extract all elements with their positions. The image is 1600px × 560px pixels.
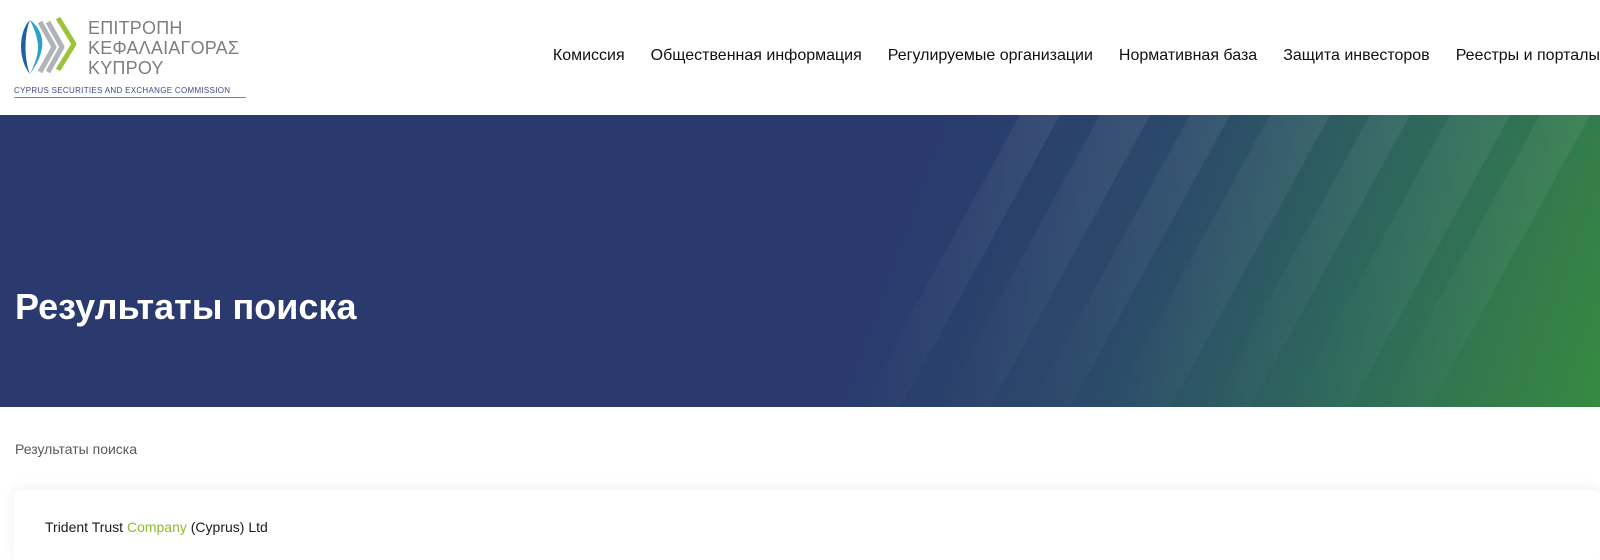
- logo-line-3: ΚΥΠΡΟΥ: [88, 58, 164, 78]
- result-text-after: (Cyprus) Ltd: [186, 519, 268, 535]
- search-result-item[interactable]: Trident Trust Company (Cyprus) Ltd: [45, 518, 268, 536]
- nav-item-investor-protection[interactable]: Защита инвесторов: [1283, 44, 1430, 68]
- nav-item-commission[interactable]: Комиссия: [553, 44, 625, 68]
- main-navigation: Комиссия Общественная информация Регулир…: [553, 44, 1600, 68]
- nav-item-registries-portals[interactable]: Реестры и порталы: [1456, 44, 1600, 68]
- logo-subtitle: CYPRUS SECURITIES AND EXCHANGE COMMISSIO…: [14, 86, 246, 98]
- cysec-chevrons-logo-icon: [21, 16, 77, 74]
- logo-line-1: ΕΠΙΤΡΟΠΗ: [88, 18, 183, 38]
- page-title: Результаты поиска: [15, 286, 357, 327]
- result-text-before: Trident Trust: [45, 519, 127, 535]
- hero-banner: Результаты поиска: [0, 115, 1600, 407]
- nav-item-legal-framework[interactable]: Нормативная база: [1119, 44, 1257, 68]
- breadcrumb: Результаты поиска: [15, 441, 138, 457]
- nav-item-public-information[interactable]: Общественная информация: [651, 44, 862, 68]
- logo-line-2: ΚΕΦΑΛΑΙΑΓΟΡΑΣ: [88, 38, 240, 58]
- result-search-match: Company: [126, 519, 187, 535]
- site-header: ΕΠΙΤΡΟΠΗ ΚΕΦΑΛΑΙΑΓΟΡΑΣ ΚΥΠΡΟΥ CYPRUS SEC…: [0, 0, 1600, 115]
- site-logo[interactable]: ΕΠΙΤΡΟΠΗ ΚΕΦΑΛΑΙΑΓΟΡΑΣ ΚΥΠΡΟΥ CYPRUS SEC…: [14, 14, 249, 100]
- logo-wordmark: ΕΠΙΤΡΟΠΗ ΚΕΦΑΛΑΙΑΓΟΡΑΣ ΚΥΠΡΟΥ: [88, 18, 239, 78]
- nav-item-regulated-entities[interactable]: Регулируемые организации: [888, 44, 1093, 68]
- hero-decorative-stripes: [860, 115, 1590, 407]
